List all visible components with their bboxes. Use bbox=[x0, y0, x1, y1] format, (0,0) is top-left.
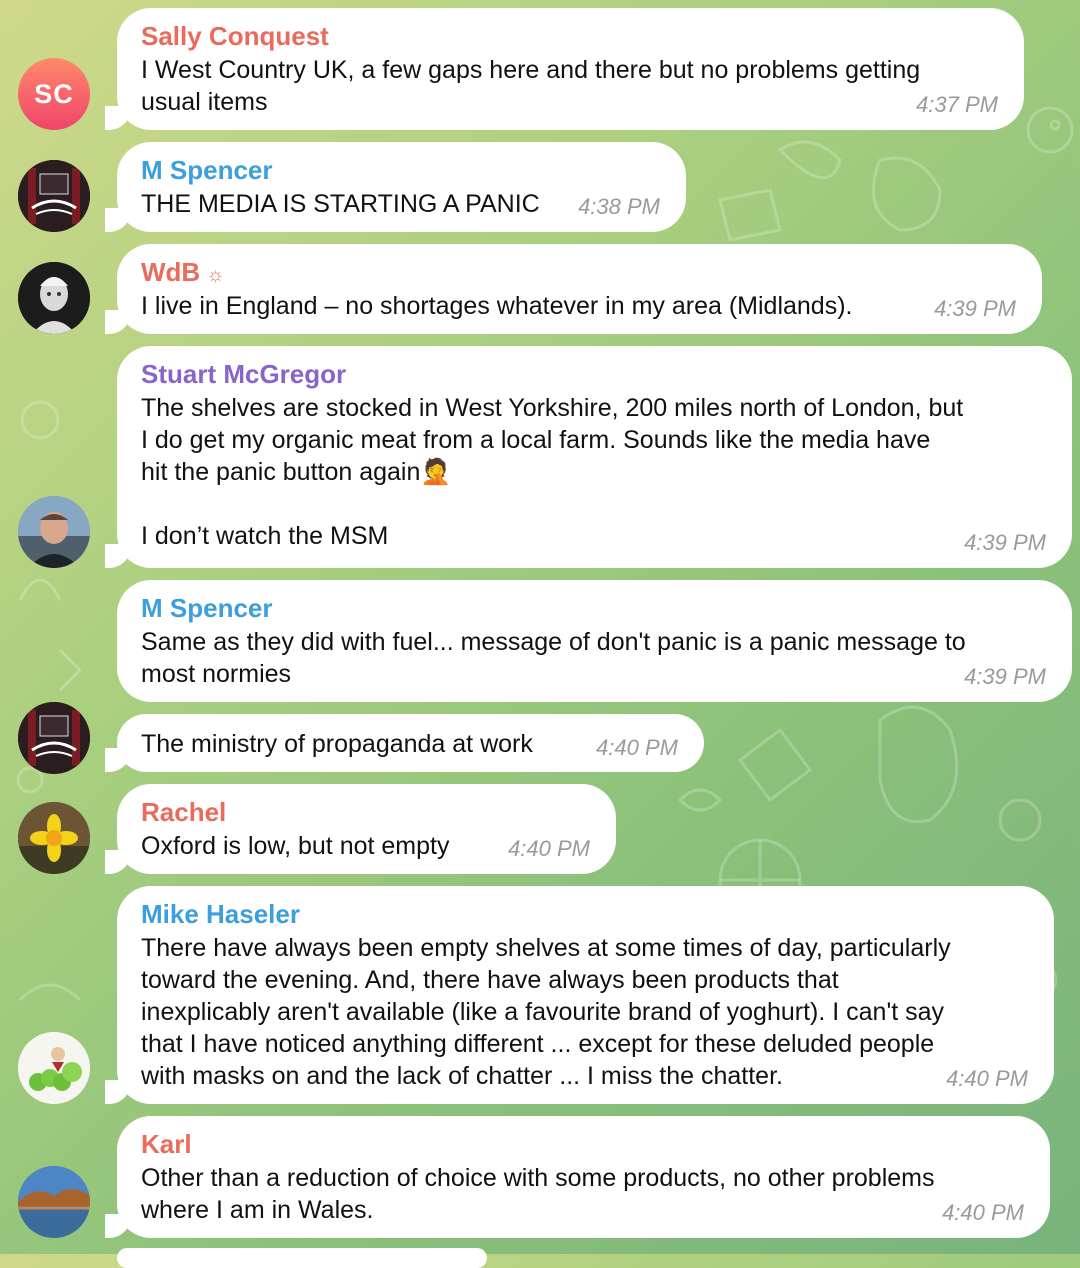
message-bubble[interactable]: Stuart McGregor The shelves are stocked … bbox=[105, 346, 1072, 568]
message-text-line: I do get my organic meat from a local fa… bbox=[141, 426, 931, 454]
message-bubble[interactable]: Mike Haseler There have always been empt… bbox=[105, 886, 1054, 1104]
message-timestamp: 4:40 PM bbox=[942, 1200, 1024, 1225]
message-text-line: Same as they did with fuel... message of… bbox=[141, 628, 966, 656]
message-text-line: inexplicably aren't available (like a fa… bbox=[141, 998, 945, 1026]
message-bubble[interactable]: The ministry of propaganda at work 4:40 … bbox=[105, 714, 704, 772]
avatar-karl[interactable] bbox=[18, 1166, 90, 1238]
sender-name[interactable]: M Spencer bbox=[141, 154, 662, 188]
message-text-line: I West Country UK, a few gaps here and t… bbox=[141, 56, 921, 84]
message-text-line: where I am in Wales. bbox=[141, 1196, 374, 1224]
message-text-line: The shelves are stocked in West Yorkshir… bbox=[141, 394, 964, 422]
message-text-line: that I have noticed anything different .… bbox=[141, 1030, 935, 1058]
message-timestamp: 4:38 PM bbox=[578, 194, 660, 219]
caterpillar-cartoon-icon bbox=[18, 1032, 90, 1104]
sender-name-text: WdB bbox=[141, 257, 201, 287]
avatar-initials: SC bbox=[34, 78, 74, 109]
landscape-photo-icon bbox=[18, 1166, 90, 1238]
message-text: hit the panic button again bbox=[141, 458, 421, 486]
sender-name[interactable]: M Spencer bbox=[141, 592, 1048, 626]
sender-name[interactable]: WdB ☼ bbox=[141, 256, 1018, 290]
sender-name[interactable]: Sally Conquest bbox=[141, 20, 1000, 54]
avatar-rachel[interactable] bbox=[18, 802, 90, 874]
message-bubble-partial[interactable] bbox=[117, 1248, 487, 1268]
message-text-line: Other than a reduction of choice with so… bbox=[141, 1164, 935, 1192]
message-text-line: I don’t watch the MSM bbox=[141, 522, 389, 550]
message-timestamp: 4:39 PM bbox=[964, 530, 1046, 555]
message-bubble[interactable]: M Spencer Same as they did with fuel... … bbox=[117, 580, 1072, 702]
message-timestamp: 4:37 PM bbox=[916, 92, 998, 117]
sun-star-icon: ☼ bbox=[206, 264, 225, 286]
message-bubble[interactable]: M Spencer THE MEDIA IS STARTING A PANIC … bbox=[105, 142, 686, 232]
avatar-m-spencer[interactable] bbox=[18, 160, 90, 232]
avatar-mike-haseler[interactable] bbox=[18, 1032, 90, 1104]
sender-name[interactable]: Rachel bbox=[141, 796, 592, 830]
sender-name[interactable]: Karl bbox=[141, 1128, 1026, 1162]
message-text-line: with masks on and the lack of chatter ..… bbox=[141, 1062, 783, 1090]
avatar-m-spencer[interactable] bbox=[18, 702, 90, 774]
message-text-line: I live in England – no shortages whateve… bbox=[141, 292, 853, 320]
message-text-line: most normies bbox=[141, 660, 292, 688]
profile-photo-icon bbox=[18, 496, 90, 568]
portrait-sketch-icon bbox=[18, 262, 90, 334]
message-timestamp: 4:39 PM bbox=[934, 296, 1016, 321]
avatar-stuart-mcgregor[interactable] bbox=[18, 496, 90, 568]
message-text-line: toward the evening. And, there have alwa… bbox=[141, 966, 839, 994]
message-text-line: There have always been empty shelves at … bbox=[141, 934, 951, 962]
message-text-line: hit the panic button again🤦 bbox=[141, 456, 1048, 488]
avatar-sally-conquest[interactable]: SC bbox=[18, 58, 90, 130]
sender-name[interactable]: Mike Haseler bbox=[141, 898, 1030, 932]
liberty-logo-icon bbox=[18, 160, 90, 232]
message-bubble[interactable]: Rachel Oxford is low, but not empty 4:40… bbox=[105, 784, 616, 874]
message-bubble[interactable]: Karl Other than a reduction of choice wi… bbox=[105, 1116, 1050, 1238]
daffodil-photo-icon bbox=[18, 802, 90, 874]
message-timestamp: 4:40 PM bbox=[596, 735, 678, 760]
message-bubble[interactable]: Sally Conquest I West Country UK, a few … bbox=[105, 8, 1024, 130]
message-timestamp: 4:40 PM bbox=[508, 836, 590, 861]
message-text-line bbox=[141, 488, 1048, 520]
message-timestamp: 4:40 PM bbox=[946, 1066, 1028, 1091]
facepalm-emoji: 🤦 bbox=[420, 458, 452, 486]
sender-name[interactable]: Stuart McGregor bbox=[141, 358, 1048, 392]
avatar-wdb[interactable] bbox=[18, 262, 90, 334]
message-bubble[interactable]: WdB ☼ I live in England – no shortages wh… bbox=[105, 244, 1042, 334]
message-text-line: usual items bbox=[141, 88, 268, 116]
message-list[interactable]: SC Sally Conquest I West Country UK, a f… bbox=[0, 0, 1080, 1268]
message-timestamp: 4:39 PM bbox=[964, 664, 1046, 689]
liberty-logo-icon bbox=[18, 702, 90, 774]
